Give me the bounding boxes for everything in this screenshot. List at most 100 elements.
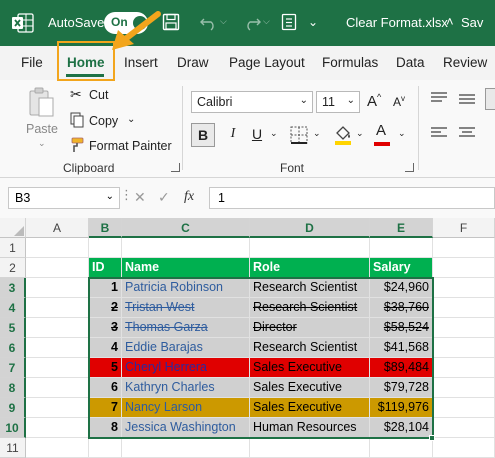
underline-button[interactable]: U [245,123,269,147]
fill-color-dropdown-icon[interactable]: ⌄ [356,128,364,139]
cancel-icon[interactable]: ✕ [134,189,146,206]
cell-salary[interactable]: $24,960 [370,278,433,298]
form-icon[interactable] [281,13,297,31]
cell-name[interactable]: Kathryn Charles [122,378,250,398]
bold-button[interactable]: B [191,123,215,147]
row-header-10[interactable]: 10 [0,418,26,438]
grid-cell[interactable] [433,418,495,438]
italic-button[interactable]: I [221,123,245,147]
undo-dropdown-icon[interactable]: ⌵ [220,16,227,27]
worksheet-grid[interactable]: A B C D E F 1 2 3 4 5 6 7 8 9 10 11 ID Name Role Salary 1 Patr… [0,218,495,458]
cell-salary[interactable]: $41,568 [370,338,433,358]
grid-cell[interactable] [89,438,122,458]
tab-review[interactable]: Review [443,55,487,70]
grid-cell[interactable] [433,258,495,278]
tab-data[interactable]: Data [396,55,425,70]
tab-draw[interactable]: Draw [177,55,209,70]
cell-role[interactable]: Research Scientist [250,338,370,358]
cell-role[interactable]: Research Scientist [250,298,370,318]
grow-font-icon[interactable]: A^ [367,92,381,110]
grid-cell[interactable] [370,238,433,258]
align-middle-icon[interactable] [458,91,476,107]
font-name-select[interactable]: Calibri ⌄ [191,91,313,113]
grid-cell[interactable] [26,238,89,258]
enter-icon[interactable]: ✓ [158,189,170,206]
cell-name[interactable]: Nancy Larson [122,398,250,418]
fill-handle[interactable] [429,435,435,441]
cell-role[interactable]: Research Scientist [250,278,370,298]
cell-id[interactable]: 5 [89,358,122,378]
row-header-6[interactable]: 6 [0,338,26,358]
name-box[interactable]: B3 ⌄ [8,187,120,209]
row-header-4[interactable]: 4 [0,298,26,318]
cell-name[interactable]: Thomas Garza [122,318,250,338]
column-header-c[interactable]: C [122,218,250,238]
cell-role[interactable]: Sales Executive [250,378,370,398]
cell-role[interactable]: Sales Executive [250,358,370,378]
font-size-select[interactable]: 11 ⌄ [316,91,360,113]
grid-cell[interactable] [433,298,495,318]
column-header-f[interactable]: F [433,218,495,238]
cell-name[interactable]: Jessica Washington [122,418,250,438]
column-header-e[interactable]: E [370,218,433,238]
grid-cell[interactable] [26,398,89,418]
table-header-role[interactable]: Role [250,258,370,278]
grid-cell[interactable] [26,318,89,338]
grid-cell[interactable] [370,438,433,458]
tab-formulas[interactable]: Formulas [322,55,378,70]
tab-file[interactable]: File [21,55,43,70]
cell-salary[interactable]: $79,728 [370,378,433,398]
formula-input[interactable]: 1 [209,187,495,209]
grid-cell[interactable] [250,438,370,458]
grid-cell[interactable] [433,398,495,418]
grid-cell[interactable] [26,258,89,278]
cell-id[interactable]: 8 [89,418,122,438]
grid-cell[interactable] [122,238,250,258]
paste-dropdown-icon[interactable]: ⌄ [38,138,46,149]
cell-id[interactable]: 4 [89,338,122,358]
grid-cell[interactable] [89,238,122,258]
row-header-11[interactable]: 11 [0,438,26,458]
row-header-2[interactable]: 2 [0,258,26,278]
copy-button[interactable]: Copy [89,114,118,128]
table-header-salary[interactable]: Salary [370,258,433,278]
align-top-icon[interactable] [430,91,448,107]
column-header-d[interactable]: D [250,218,370,238]
row-header-3[interactable]: 3 [0,278,26,298]
row-header-8[interactable]: 8 [0,378,26,398]
cell-name[interactable]: Eddie Barajas [122,338,250,358]
borders-dropdown-icon[interactable]: ⌄ [313,128,321,139]
table-header-id[interactable]: ID [89,258,122,278]
grid-cell[interactable] [26,418,89,438]
align-center-icon[interactable] [458,125,476,141]
cell-salary[interactable]: $58,524 [370,318,433,338]
shrink-font-icon[interactable]: Av [393,94,405,109]
row-header-1[interactable]: 1 [0,238,26,258]
row-header-9[interactable]: 9 [0,398,26,418]
cell-role[interactable]: Director [250,318,370,338]
clipboard-launcher-icon[interactable] [171,163,180,172]
tab-insert[interactable]: Insert [124,55,158,70]
cell-role[interactable]: Sales Executive [250,398,370,418]
format-painter-button[interactable]: Format Painter [89,139,172,153]
copy-icon[interactable] [70,112,84,128]
grid-cell[interactable] [433,318,495,338]
column-header-a[interactable]: A [26,218,89,238]
borders-icon[interactable] [289,125,309,145]
copy-dropdown-icon[interactable]: ⌄ [127,114,135,125]
grid-cell[interactable] [250,238,370,258]
grid-cell[interactable] [122,438,250,458]
grid-cell[interactable] [26,438,89,458]
tab-page-layout[interactable]: Page Layout [229,55,305,70]
cell-id[interactable]: 6 [89,378,122,398]
column-header-b[interactable]: B [89,218,122,238]
cell-id[interactable]: 1 [89,278,122,298]
cell-role[interactable]: Human Resources [250,418,370,438]
grid-cell[interactable] [26,278,89,298]
grid-cell[interactable] [26,358,89,378]
grid-cell[interactable] [26,298,89,318]
font-launcher-icon[interactable] [405,163,414,172]
cell-name[interactable]: Cheryl Herrera [122,358,250,378]
format-painter-icon[interactable] [68,137,84,153]
cell-salary[interactable]: $119,976 [370,398,433,418]
